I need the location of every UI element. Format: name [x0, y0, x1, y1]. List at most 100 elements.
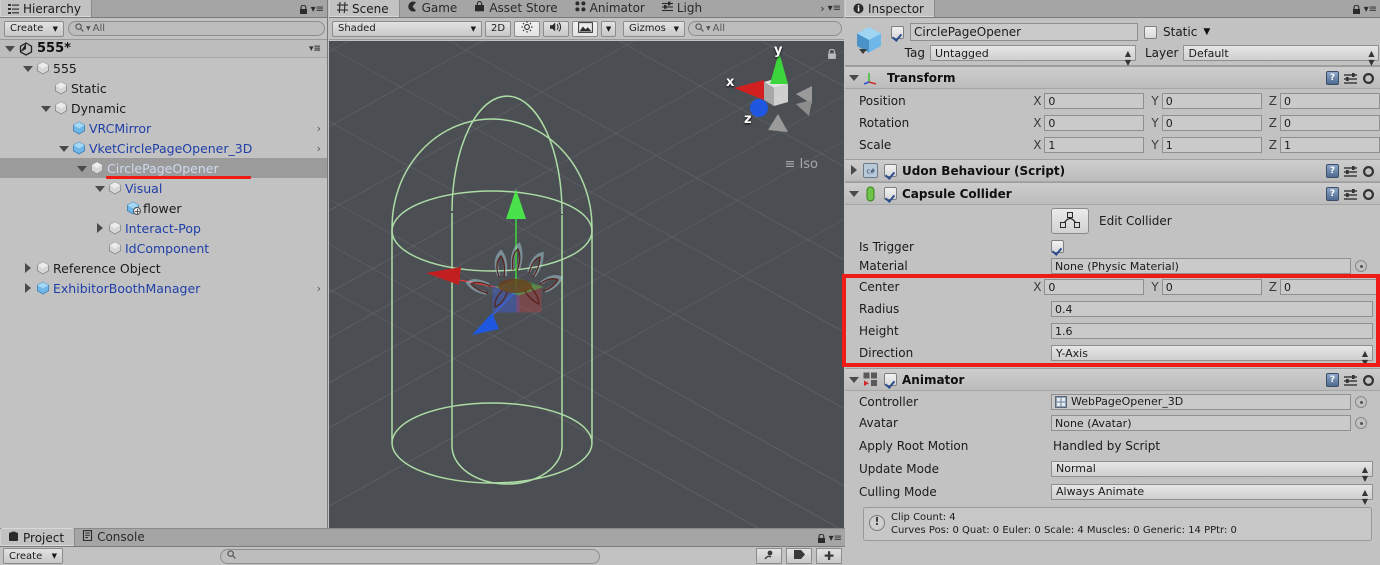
expand-arrow-icon[interactable]: [22, 63, 33, 74]
object-picker-icon[interactable]: [1355, 260, 1367, 272]
panel-menu-icon[interactable]: ▾≡: [1364, 4, 1377, 15]
component-enabled-checkbox[interactable]: [884, 164, 897, 177]
save-search-button[interactable]: ✚: [816, 548, 842, 564]
expand-arrow-icon[interactable]: [94, 222, 105, 234]
transform-scale-z-input[interactable]: 1: [1280, 137, 1380, 153]
expand-arrow-icon[interactable]: [22, 262, 33, 274]
transform-scale-x-input[interactable]: 1: [1044, 137, 1145, 153]
tab-hierarchy[interactable]: Hierarchy: [0, 0, 93, 17]
filter-by-label-button[interactable]: [786, 548, 812, 564]
hierarchy-item-reference-object[interactable]: Reference Object: [0, 258, 327, 278]
expand-arrow-icon[interactable]: [40, 103, 51, 114]
preset-icon[interactable]: [1344, 165, 1357, 178]
hierarchy-search-input[interactable]: ▼ All: [68, 21, 325, 36]
static-checkbox[interactable]: [1144, 25, 1157, 39]
scene-projection-label[interactable]: ≡ Iso: [785, 157, 818, 172]
panel-menu-icon[interactable]: ▾≡: [829, 533, 842, 544]
tab-overflow-icon[interactable]: ›: [820, 2, 824, 15]
panel-menu-icon[interactable]: ▾≡: [828, 3, 841, 14]
gear-icon[interactable]: [1362, 72, 1376, 85]
object-enabled-checkbox[interactable]: [891, 25, 904, 39]
lock-icon[interactable]: [299, 4, 308, 15]
lock-icon[interactable]: [817, 533, 826, 544]
transform-rotation-y-input[interactable]: 0: [1161, 115, 1262, 131]
component-enabled-checkbox[interactable]: [884, 187, 897, 200]
open-prefab-chevron-icon[interactable]: ›: [317, 282, 321, 295]
material-object-field[interactable]: None (Physic Material): [1051, 258, 1351, 274]
hierarchy-item-555[interactable]: 555: [0, 58, 327, 78]
expand-arrow-icon[interactable]: [76, 163, 87, 174]
component-enabled-checkbox[interactable]: [884, 373, 897, 386]
lock-icon[interactable]: [1352, 4, 1361, 15]
scene-lighting-toggle[interactable]: [514, 20, 540, 37]
is-trigger-checkbox[interactable]: [1051, 240, 1064, 253]
expand-arrow-icon[interactable]: [94, 183, 105, 194]
gizmos-dropdown[interactable]: Gizmos ▼: [623, 20, 685, 37]
tab-ligh[interactable]: Ligh: [655, 0, 712, 17]
gear-icon[interactable]: [1362, 374, 1376, 387]
tab-scene[interactable]: Scene: [329, 0, 400, 17]
draw-mode-dropdown[interactable]: Shaded ▼: [332, 20, 482, 37]
preset-icon[interactable]: [1344, 374, 1357, 387]
transform-position-z-input[interactable]: 0: [1280, 93, 1380, 109]
hierarchy-item-circlepageopener[interactable]: CirclePageOpener: [0, 158, 327, 179]
create-button[interactable]: Create ▼: [4, 20, 64, 37]
filter-by-type-button[interactable]: [756, 548, 782, 564]
radius-input[interactable]: 0.4: [1051, 301, 1373, 317]
collider-center-y-input[interactable]: 0: [1161, 279, 1262, 295]
tab-inspector[interactable]: Inspector: [845, 0, 935, 17]
collider-center-x-input[interactable]: 0: [1044, 279, 1145, 295]
scene-lock-icon[interactable]: [827, 48, 836, 59]
tab-game[interactable]: Game: [400, 0, 468, 17]
panel-menu-icon[interactable]: ▾≡: [311, 4, 324, 15]
hierarchy-item-vketcirclepageopener-3d[interactable]: VketCirclePageOpener_3D ›: [0, 138, 327, 158]
scene-viewport[interactable]: x y z ≡ Iso: [329, 41, 844, 528]
expand-arrow[interactable]: [848, 188, 859, 199]
help-icon[interactable]: ?: [1326, 187, 1339, 201]
edit-collider-button[interactable]: [1051, 208, 1089, 234]
hierarchy-item-interact-pop[interactable]: Interact-Pop: [0, 218, 327, 238]
help-icon[interactable]: ?: [1326, 373, 1339, 387]
direction-dropdown[interactable]: Y-Axis ▲ ▼: [1051, 345, 1373, 367]
component-header-animator[interactable]: Animator ?: [845, 368, 1380, 391]
hierarchy-item-idcomponent[interactable]: IdComponent: [0, 238, 327, 258]
open-prefab-chevron-icon[interactable]: ›: [317, 142, 321, 155]
scene-effects-toggle[interactable]: [572, 20, 598, 37]
transform-scale-y-input[interactable]: 1: [1161, 137, 1262, 153]
expand-arrow-icon[interactable]: [22, 282, 33, 294]
transform-rotation-z-input[interactable]: 0: [1280, 115, 1380, 131]
expand-arrow[interactable]: [848, 374, 859, 385]
scene-search-input[interactable]: ▼ All: [688, 21, 842, 36]
toggle-2d-button[interactable]: 2D: [485, 20, 511, 37]
expand-arrow[interactable]: [4, 43, 15, 54]
tab-asset-store[interactable]: Asset Store: [467, 0, 567, 17]
project-search-input[interactable]: [219, 548, 600, 564]
preset-icon[interactable]: [1344, 72, 1357, 85]
search-dropdown-icon[interactable]: ▼: [706, 25, 711, 32]
hierarchy-item-visual[interactable]: Visual: [0, 178, 327, 198]
hierarchy-item-flower[interactable]: + flower: [0, 198, 327, 218]
scene-menu-icon[interactable]: ▾≡: [309, 44, 321, 54]
help-icon[interactable]: ?: [1326, 71, 1339, 85]
hierarchy-item-static[interactable]: Static: [0, 78, 327, 98]
collider-center-z-input[interactable]: 0: [1280, 279, 1380, 295]
expand-arrow[interactable]: [848, 72, 859, 83]
hierarchy-item-vrcmirror[interactable]: VRCMirror ›: [0, 118, 327, 138]
project-create-button[interactable]: Create ▼: [3, 548, 63, 564]
tag-dropdown[interactable]: Untagged ▲ ▼: [930, 45, 1136, 67]
culling-mode-dropdown[interactable]: Always Animate ▲ ▼: [1051, 483, 1373, 506]
height-input[interactable]: 1.6: [1051, 323, 1373, 339]
component-header-capsule-collider[interactable]: Capsule Collider ?: [845, 182, 1380, 205]
tab-animator[interactable]: Animator: [568, 0, 655, 17]
object-name-input[interactable]: CirclePageOpener: [910, 23, 1138, 41]
tab-project[interactable]: Project: [0, 528, 76, 546]
scene-orientation-gizmo[interactable]: x y z: [726, 43, 826, 166]
expand-arrow[interactable]: [848, 165, 859, 176]
transform-rotation-x-input[interactable]: 0: [1044, 115, 1145, 131]
gear-icon[interactable]: [1362, 165, 1376, 178]
object-picker-icon[interactable]: [1355, 417, 1367, 429]
update-mode-dropdown[interactable]: Normal ▲ ▼: [1051, 460, 1373, 483]
help-icon[interactable]: ?: [1326, 164, 1339, 178]
open-prefab-chevron-icon[interactable]: ›: [317, 122, 321, 135]
hierarchy-item-exhibitorboothmanager[interactable]: ExhibitorBoothManager ›: [0, 278, 327, 298]
